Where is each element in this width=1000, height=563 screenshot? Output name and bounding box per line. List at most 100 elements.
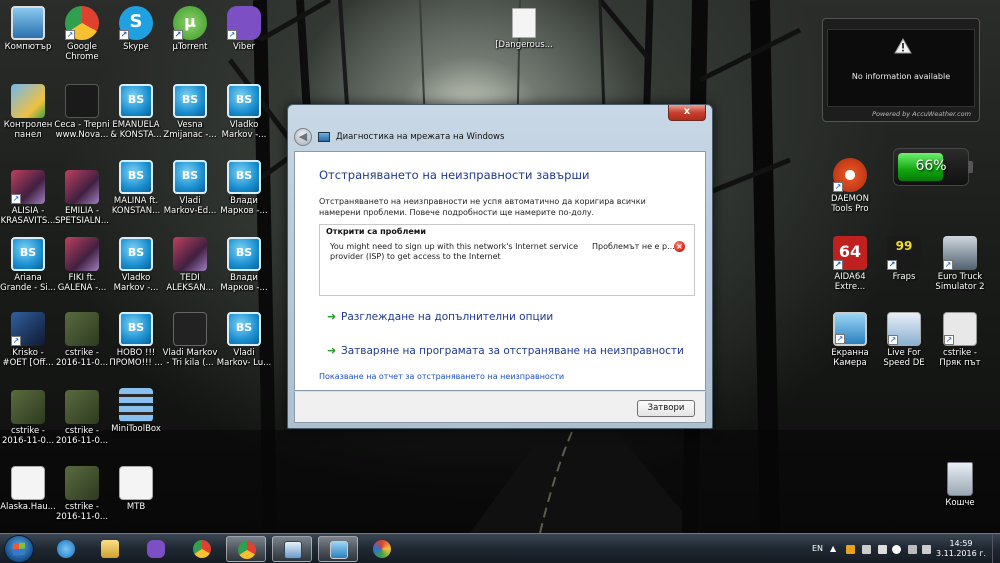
desktop-icon-bs[interactable]: Ariana Grande - Si... xyxy=(0,237,56,293)
show-desktop-button[interactable] xyxy=(992,534,1000,563)
desktop-icon-screenshot[interactable]: cstrike - 2016-11-0... xyxy=(54,466,110,522)
desktop-icon-label: Ariana Grande - Si... xyxy=(0,273,56,293)
desktop-icon-mtb[interactable]: MTB xyxy=(108,466,164,512)
problems-found-box: Открити са проблеми You might need to si… xyxy=(319,224,695,296)
clock-time: 14:59 xyxy=(949,539,973,548)
explore-additional-options-link[interactable]: ➜ Разглеждане на допълнителни опции xyxy=(327,310,553,323)
desktop-icon-video[interactable]: FIKI ft. GALENA -... xyxy=(54,237,110,293)
desktop-icon-video[interactable]: TEDI ALEKSAN... xyxy=(162,237,218,293)
desktop-icon-video[interactable]: Vladi Markov - Tri kila (... xyxy=(162,312,218,368)
bsplayer-icon xyxy=(227,160,261,194)
paint-palette-icon xyxy=(373,540,391,558)
desktop-icon-live-for-speed[interactable]: ↗ Live For Speed DE xyxy=(876,312,932,368)
desktop-icon-label: MiniToolBox xyxy=(111,424,161,434)
desktop-icon-cstrike[interactable]: ↗ cstrike - Пряк път xyxy=(932,312,988,368)
clock-date: 3.11.2016 г. xyxy=(935,549,986,558)
minitoolbox-icon xyxy=(119,388,153,422)
desktop-icon-video[interactable]: EMILIA - SPETSIALN... xyxy=(54,170,110,226)
network-diagnostics-icon xyxy=(318,132,330,142)
weather-gadget[interactable]: No information available Powered by Accu… xyxy=(822,18,980,122)
volume-icon[interactable] xyxy=(922,545,931,554)
network-diagnostics-window[interactable]: x ◀ Диагностика на мрежата на Windows От… xyxy=(287,104,713,429)
desktop-icon-label: EMILIA - SPETSIALN... xyxy=(54,206,109,226)
bsplayer-icon xyxy=(227,84,261,118)
flag-icon[interactable] xyxy=(892,545,901,554)
taskbar-screen-camera[interactable] xyxy=(318,536,358,562)
close-troubleshooter-link[interactable]: ➜ Затваряне на програмата за отстраняване… xyxy=(327,344,684,357)
start-button[interactable] xyxy=(4,535,34,563)
live-for-speed-icon: ↗ xyxy=(887,312,921,346)
desktop-icon-utorrent[interactable]: µ ↗ µTorrent xyxy=(162,6,218,52)
desktop-icon-label: Live For Speed DE xyxy=(883,348,925,368)
language-indicator[interactable]: EN xyxy=(812,544,823,553)
show-hidden-icons-icon[interactable]: ▲ xyxy=(830,544,836,553)
utorrent-icon: µ ↗ xyxy=(173,6,207,40)
close-button[interactable]: Затвори xyxy=(637,400,695,417)
green-arrow-icon: ➜ xyxy=(327,344,337,357)
tray-app-icon[interactable] xyxy=(846,545,855,554)
desktop-icon-file[interactable]: [Dangerous... xyxy=(494,8,554,50)
desktop-icon-euro-truck[interactable]: ↗ Euro Truck Simulator 2 xyxy=(932,236,988,292)
taskbar-file-explorer[interactable] xyxy=(90,536,130,562)
desktop-icon-daemon-tools[interactable]: ↗ DAEMON Tools Pro xyxy=(822,158,878,214)
window-close-button[interactable]: x xyxy=(668,105,706,121)
video-file-icon: ↗ xyxy=(11,312,45,346)
desktop-icon-screenshot[interactable]: cstrike - 2016-11-0... xyxy=(0,390,56,446)
desktop-icon-video[interactable]: ↗ Krisko - #OET [Off... xyxy=(0,312,56,368)
desktop-icon-bs[interactable]: Vladi Markov-Ed... xyxy=(162,160,218,216)
video-file-icon: ↗ xyxy=(11,170,45,204)
desktop-icon-label: [Dangerous... xyxy=(495,40,553,50)
desktop-icon-bs[interactable]: НОВО !!! ПРОМО!!! ... xyxy=(108,312,164,368)
taskbar-network-diagnostics[interactable] xyxy=(272,536,312,562)
desktop-icon-bs[interactable]: Vladko Markov -... xyxy=(108,237,164,293)
desktop-icon-bs[interactable]: Vladko Markov -... xyxy=(216,84,272,140)
taskbar-chrome[interactable] xyxy=(182,536,222,562)
desktop-icon-bs[interactable]: Влади Марков -... xyxy=(216,160,272,216)
back-arrow-icon[interactable]: ◀ xyxy=(294,128,312,146)
device-icon[interactable] xyxy=(878,545,887,554)
taskbar-paint[interactable] xyxy=(362,536,402,562)
desktop-icon-aida64[interactable]: 64 ↗ AIDA64 Extre... xyxy=(822,236,878,292)
desktop-icon-label: Компютър xyxy=(4,42,52,52)
desktop-icon-bs[interactable]: Vladi Markov- Lu... xyxy=(216,312,272,368)
troubleshooting-description: Отстраняването на неизправности не успя … xyxy=(319,197,646,217)
desktop-icon-label: MTB xyxy=(126,502,146,512)
desktop-icon-video[interactable]: Ceca - Trepni www.Nova... xyxy=(54,84,110,140)
bsplayer-icon xyxy=(227,237,261,271)
warning-icon xyxy=(894,38,912,54)
desktop-icon-screenshot[interactable]: cstrike - 2016-11-0... xyxy=(54,312,110,368)
desktop-icon-control-panel[interactable]: Контролен панел xyxy=(0,84,56,140)
desktop-icon-screenshot[interactable]: cstrike - 2016-11-0... xyxy=(54,390,110,446)
desktop-icon-skype[interactable]: S ↗ Skype xyxy=(108,6,164,52)
desktop-icon-screen-camera[interactable]: ↗ Екранна Камера xyxy=(822,312,878,368)
text-file-icon xyxy=(119,466,153,500)
clock[interactable]: 14:59 3.11.2016 г. xyxy=(936,539,986,559)
recycle-bin-icon xyxy=(947,462,973,496)
taskbar-chrome-active[interactable] xyxy=(226,536,266,562)
desktop-icon-computer[interactable]: Компютър xyxy=(0,6,56,52)
desktop-icon-video[interactable]: ↗ ALISIA - KRASAVITS... xyxy=(0,170,56,226)
network-icon[interactable] xyxy=(908,545,917,554)
desktop-icon-recycle-bin[interactable]: Кошче xyxy=(932,462,988,508)
desktop-icon-label: Skype xyxy=(123,42,149,52)
taskbar-viber[interactable] xyxy=(136,536,176,562)
battery-icon[interactable] xyxy=(862,545,871,554)
desktop-icon-chrome[interactable]: ↗ Google Chrome xyxy=(54,6,110,62)
view-report-link[interactable]: Показване на отчет за отстраняването на … xyxy=(319,372,564,381)
blank-file-icon xyxy=(512,8,536,38)
desktop-icon-viber[interactable]: ↗ Viber xyxy=(216,6,272,52)
desktop-icon-bs[interactable]: MALINA ft. KONSTAN... xyxy=(108,160,164,216)
desktop-icon-bs[interactable]: Влади Марков -... xyxy=(216,237,272,293)
battery-percent: 66% xyxy=(915,158,947,174)
weather-powered-by[interactable]: Powered by AccuWeather.com xyxy=(872,110,971,118)
taskbar-internet-explorer[interactable] xyxy=(46,536,86,562)
desktop-icon-bs[interactable]: Vesna Zmijanac -... xyxy=(162,84,218,140)
bsplayer-icon xyxy=(119,160,153,194)
desktop-icon-torrent-file[interactable]: Alaska.Hau... xyxy=(0,466,56,512)
desktop-icon-minitoolbox[interactable]: MiniToolBox xyxy=(108,388,164,434)
desktop-icon-bs[interactable]: EMANUELA & KONSTA... xyxy=(108,84,164,140)
monitor-icon xyxy=(330,541,348,559)
desktop-icon-fraps[interactable]: 99 ↗ Fraps xyxy=(876,236,932,282)
window-titlebar[interactable]: ◀ Диагностика на мрежата на Windows xyxy=(294,127,706,147)
battery-gadget[interactable]: 66% xyxy=(893,148,973,186)
